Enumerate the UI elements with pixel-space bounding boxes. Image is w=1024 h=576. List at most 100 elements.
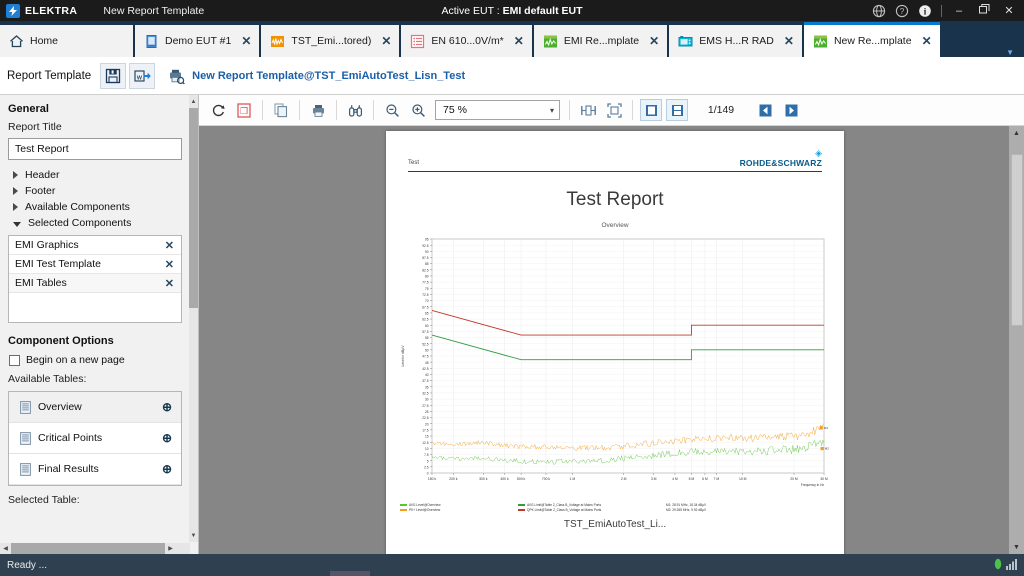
scroll-down-arrow-icon[interactable]: ▼	[189, 529, 198, 542]
report-title-input[interactable]: Test Report	[8, 138, 182, 160]
add-table-icon[interactable]: ⊕	[162, 431, 172, 445]
svg-text:1 M: 1 M	[570, 477, 576, 481]
viewer-scroll-thumb[interactable]	[1011, 154, 1023, 326]
continuous-page-layout-icon[interactable]	[666, 99, 688, 121]
pdf-export-icon[interactable]: ❐	[233, 99, 255, 121]
report-template-link[interactable]: New Report Template@TST_EmiAutoTest_Lisn…	[192, 70, 465, 82]
refresh-icon[interactable]	[207, 99, 229, 121]
tab-close-icon[interactable]: ✕	[241, 34, 251, 48]
active-eut-indicator: Active EUT : EMI default EUT	[442, 5, 583, 17]
emi-report-icon	[813, 34, 828, 49]
begin-new-page-option[interactable]: Begin on a new page	[0, 350, 190, 370]
scroll-up-arrow-icon[interactable]: ▲	[189, 95, 198, 108]
restore-button[interactable]	[976, 4, 992, 17]
tab-demo-eut-1[interactable]: Demo EUT #1 ✕	[135, 25, 260, 57]
save-button[interactable]	[100, 62, 127, 89]
remove-icon[interactable]: ✕	[165, 258, 174, 271]
fit-page-icon[interactable]	[603, 99, 625, 121]
sidebar-hscroll-thumb[interactable]	[11, 543, 165, 554]
report-preview-viewer: ❐ 75 % ▾ 1/149 Test ◈ ROHDE&SCHWARZ Test…	[199, 95, 1024, 554]
scroll-left-arrow-icon[interactable]: ◀	[0, 545, 11, 552]
tree-node-available-components[interactable]: Available Components	[0, 199, 190, 215]
svg-text:400 k: 400 k	[500, 477, 509, 481]
zoom-out-icon[interactable]	[381, 99, 403, 121]
svg-text:70: 70	[425, 299, 429, 303]
tab-close-icon[interactable]: ✕	[381, 34, 391, 48]
page-bottom-caption: TST_EmiAutoTest_Li...	[563, 518, 667, 530]
sidebar-horizontal-scrollbar[interactable]: ◀ ▶	[0, 543, 190, 554]
chevron-right-icon	[13, 203, 18, 211]
add-table-icon[interactable]: ⊕	[162, 462, 172, 476]
svg-text:42.5: 42.5	[422, 367, 428, 371]
remove-icon[interactable]: ✕	[165, 277, 174, 290]
close-button[interactable]: ✕	[1001, 4, 1017, 17]
printer-icon[interactable]	[307, 99, 329, 121]
scroll-right-arrow-icon[interactable]: ▶	[165, 545, 176, 552]
svg-text:37.5: 37.5	[422, 379, 428, 383]
list-item[interactable]: EMI Test Template ✕	[9, 255, 181, 274]
add-table-icon[interactable]: ⊕	[162, 400, 172, 414]
help-icon[interactable]: ?	[895, 4, 909, 18]
svg-text:7.5: 7.5	[424, 453, 429, 457]
tree-node-footer[interactable]: Footer	[0, 183, 190, 199]
sidebar-content: General Report Title Test Report Header …	[0, 95, 190, 509]
svg-text:57.5: 57.5	[422, 330, 428, 334]
list-item[interactable]: EMI Tables ✕	[9, 274, 181, 293]
previous-page-icon[interactable]	[754, 99, 776, 121]
fit-width-icon[interactable]	[577, 99, 599, 121]
print-preview-icon[interactable]	[164, 64, 188, 88]
tab-ems-hr-rad[interactable]: EMS H...R RAD ✕	[669, 25, 802, 57]
overview-chart: 0 2.5 5 7.5 10 12.5 15 17.5 20 22.5 25 27.5 30 32.5 35…	[396, 233, 834, 501]
legend-swatch	[400, 504, 407, 506]
tab-overflow-chevron-down-icon[interactable]: ▼	[1006, 48, 1024, 57]
title-bar-actions: ? i – ✕	[872, 4, 1024, 18]
scroll-up-arrow-icon[interactable]: ▲	[1009, 126, 1024, 140]
tab-close-icon[interactable]: ✕	[514, 34, 524, 48]
svg-text:72.5: 72.5	[422, 293, 428, 297]
svg-text:27.5: 27.5	[422, 404, 428, 408]
svg-text:10 M: 10 M	[739, 477, 747, 481]
tab-label: TST_Emi...tored)	[291, 35, 372, 47]
export-word-button[interactable]: W	[129, 62, 156, 89]
ems-device-icon	[678, 34, 693, 49]
copy-icon[interactable]	[270, 99, 292, 121]
zoom-level-select[interactable]: 75 % ▾	[435, 100, 560, 120]
tab-emi-report-template[interactable]: EMI Re...mplate ✕	[533, 25, 668, 57]
remove-icon[interactable]: ✕	[165, 239, 174, 252]
tab-new-report-template[interactable]: New Re...mplate ✕	[803, 22, 940, 57]
divider	[632, 100, 633, 120]
begin-new-page-checkbox[interactable]	[9, 354, 20, 366]
info-icon[interactable]: i	[918, 4, 932, 18]
globe-icon[interactable]	[872, 4, 886, 18]
sidebar-scroll-thumb[interactable]	[189, 108, 198, 308]
table-row-critical-points[interactable]: Critical Points ⊕	[9, 423, 181, 454]
svg-text:35: 35	[425, 385, 429, 389]
standards-list-icon	[410, 34, 425, 49]
svg-text:77.5: 77.5	[422, 281, 428, 285]
table-row-final-results[interactable]: Final Results ⊕	[9, 454, 181, 485]
minimize-button[interactable]: –	[951, 5, 967, 17]
viewer-vertical-scrollbar[interactable]: ▲ ▼	[1009, 126, 1024, 554]
tab-close-icon[interactable]: ✕	[922, 34, 932, 48]
marker-entry: M2: 29.265 MHz, 9.92 dBµV	[666, 507, 707, 512]
tab-tst-emi[interactable]: TST_Emi...tored) ✕	[261, 25, 400, 57]
page-header-left-text: Test	[408, 160, 420, 166]
scroll-down-arrow-icon[interactable]: ▼	[1009, 540, 1024, 554]
binoculars-find-icon[interactable]	[344, 99, 366, 121]
single-page-layout-icon[interactable]	[640, 99, 662, 121]
table-row-overview[interactable]: Overview ⊕	[9, 392, 181, 423]
list-item[interactable]: EMI Graphics ✕	[9, 236, 181, 255]
next-page-icon[interactable]	[780, 99, 802, 121]
selected-table-label: Selected Table:	[8, 494, 80, 506]
zoom-in-icon[interactable]	[407, 99, 429, 121]
svg-text:87.5: 87.5	[422, 256, 428, 260]
sidebar-vertical-scrollbar[interactable]: ▲ ▼	[189, 95, 198, 542]
tab-close-icon[interactable]: ✕	[784, 34, 794, 48]
tab-en-610[interactable]: EN 610...0V/m* ✕	[401, 25, 532, 57]
tab-label: EMS H...R RAD	[699, 35, 774, 47]
tab-close-icon[interactable]: ✕	[649, 34, 659, 48]
tree-node-label: Footer	[25, 185, 56, 197]
tree-node-selected-components[interactable]: Selected Components	[0, 215, 190, 231]
tree-node-header[interactable]: Header	[0, 167, 190, 183]
tab-home[interactable]: Home	[0, 25, 133, 57]
